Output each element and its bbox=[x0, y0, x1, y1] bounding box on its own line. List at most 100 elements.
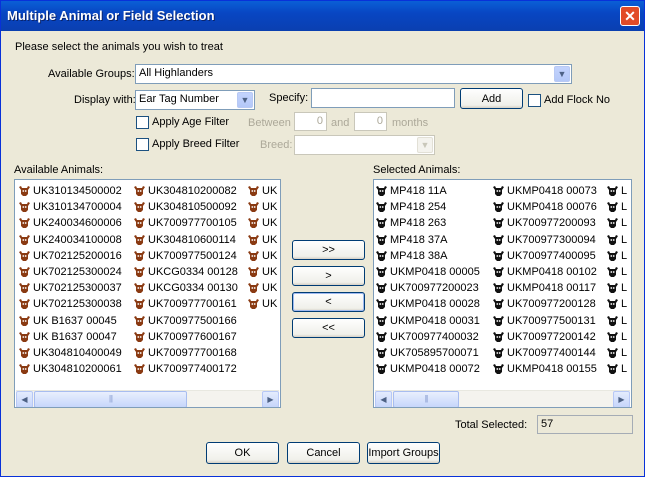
add-flock-no-checkbox[interactable] bbox=[528, 94, 541, 107]
list-item[interactable]: L bbox=[606, 232, 631, 248]
list-item[interactable]: L bbox=[606, 296, 631, 312]
list-item[interactable]: UK700977500131 bbox=[492, 313, 606, 329]
list-item[interactable]: L bbox=[606, 215, 631, 231]
list-item[interactable]: UK304810400049 bbox=[18, 345, 132, 361]
list-item[interactable]: UK700977500166 bbox=[133, 313, 247, 329]
list-item[interactable]: L bbox=[606, 345, 631, 361]
list-item[interactable]: UKMP0418 00076 bbox=[492, 199, 606, 215]
scroll-left-button[interactable]: ◀ bbox=[16, 391, 33, 407]
list-item-label: UKMP0418 00155 bbox=[507, 363, 597, 376]
list-item[interactable]: UK B1637 00045 bbox=[18, 313, 132, 329]
list-item[interactable]: L bbox=[606, 199, 631, 215]
list-item[interactable]: UK702125200016 bbox=[18, 248, 132, 264]
list-item[interactable]: UK bbox=[247, 248, 280, 264]
list-item[interactable]: UK240034100008 bbox=[18, 232, 132, 248]
list-item[interactable]: UKMP0418 00005 bbox=[375, 264, 491, 280]
specify-input[interactable] bbox=[311, 88, 455, 108]
close-button[interactable]: ✕ bbox=[620, 6, 640, 26]
scroll-thumb[interactable]: ||| bbox=[393, 391, 459, 407]
list-item[interactable]: UK700977200142 bbox=[492, 329, 606, 345]
list-item[interactable]: UK bbox=[247, 183, 280, 199]
scroll-left-button[interactable]: ◀ bbox=[375, 391, 392, 407]
list-item[interactable]: UK705895700071 bbox=[375, 345, 491, 361]
available-groups-select[interactable]: All Highlanders ▼ bbox=[135, 64, 572, 84]
list-item[interactable]: UKMP0418 00102 bbox=[492, 264, 606, 280]
cancel-button[interactable]: Cancel bbox=[287, 442, 360, 464]
list-item[interactable]: L bbox=[606, 329, 631, 345]
available-horizontal-scrollbar[interactable]: ◀ ||| ▶ bbox=[16, 390, 279, 407]
add-selected-button[interactable]: > bbox=[292, 266, 365, 286]
list-item[interactable]: UK310134700004 bbox=[18, 199, 132, 215]
import-groups-button[interactable]: Import Groups bbox=[367, 442, 440, 464]
breed-filter-checkbox[interactable] bbox=[136, 138, 149, 151]
list-item[interactable]: UKMP0418 00155 bbox=[492, 361, 606, 377]
list-item[interactable]: UK bbox=[247, 215, 280, 231]
list-item[interactable]: UK700977600167 bbox=[133, 329, 247, 345]
list-item[interactable]: UK702125300037 bbox=[18, 280, 132, 296]
age-to-input[interactable]: 0 bbox=[354, 112, 387, 131]
add-button[interactable]: Add bbox=[460, 88, 523, 109]
remove-all-button[interactable]: << bbox=[292, 318, 365, 338]
breed-select[interactable]: ▼ bbox=[294, 135, 435, 155]
list-item[interactable]: UKCG0334 00128 bbox=[133, 264, 247, 280]
list-item[interactable]: UK bbox=[247, 232, 280, 248]
list-item[interactable]: L bbox=[606, 313, 631, 329]
list-item[interactable]: UK304810200061 bbox=[18, 361, 132, 377]
age-filter-checkbox[interactable] bbox=[136, 116, 149, 129]
list-item[interactable]: MP418 37A bbox=[375, 232, 491, 248]
selected-animals-list[interactable]: MP418 11A MP418 254 MP418 263 MP418 37A MP41… bbox=[373, 179, 632, 408]
list-item[interactable]: UK700977700161 bbox=[133, 296, 247, 312]
chevron-down-icon[interactable]: ▼ bbox=[554, 66, 570, 82]
list-item[interactable]: L bbox=[606, 264, 631, 280]
list-item[interactable]: UK700977400172 bbox=[133, 361, 247, 377]
list-item[interactable]: L bbox=[606, 280, 631, 296]
list-item[interactable]: UK702125300024 bbox=[18, 264, 132, 280]
display-with-select[interactable]: Ear Tag Number ▼ bbox=[135, 90, 255, 110]
chevron-down-icon[interactable]: ▼ bbox=[417, 137, 433, 153]
list-item[interactable]: UKCG0334 00130 bbox=[133, 280, 247, 296]
list-item[interactable]: UK240034600006 bbox=[18, 215, 132, 231]
list-item[interactable]: UK700977500124 bbox=[133, 248, 247, 264]
list-item[interactable]: UK700977300094 bbox=[492, 232, 606, 248]
list-item[interactable]: UK700977400095 bbox=[492, 248, 606, 264]
list-item[interactable]: UK304810200082 bbox=[133, 183, 247, 199]
list-item[interactable]: UK700977400144 bbox=[492, 345, 606, 361]
list-item[interactable]: MP418 254 bbox=[375, 199, 491, 215]
list-item[interactable]: UK700977400032 bbox=[375, 329, 491, 345]
list-item[interactable]: UKMP0418 00028 bbox=[375, 296, 491, 312]
list-item[interactable]: UKMP0418 00072 bbox=[375, 361, 491, 377]
remove-selected-button[interactable]: < bbox=[292, 292, 365, 312]
list-item[interactable]: UK bbox=[247, 199, 280, 215]
ok-button[interactable]: OK bbox=[206, 442, 279, 464]
list-item[interactable]: UK B1637 00047 bbox=[18, 329, 132, 345]
list-item[interactable]: UKMP0418 00073 bbox=[492, 183, 606, 199]
age-from-input[interactable]: 0 bbox=[294, 112, 327, 131]
list-item[interactable]: MP418 38A bbox=[375, 248, 491, 264]
list-item[interactable]: L bbox=[606, 361, 631, 377]
list-item[interactable]: UK700977200023 bbox=[375, 280, 491, 296]
list-item[interactable]: MP418 263 bbox=[375, 215, 491, 231]
list-item[interactable]: UK310134500002 bbox=[18, 183, 132, 199]
list-item[interactable]: UK bbox=[247, 280, 280, 296]
list-item[interactable]: UK bbox=[247, 264, 280, 280]
list-item[interactable]: UK702125300038 bbox=[18, 296, 132, 312]
scroll-right-button[interactable]: ▶ bbox=[613, 391, 630, 407]
list-item[interactable]: UK700977700168 bbox=[133, 345, 247, 361]
list-item[interactable]: UKMP0418 00117 bbox=[492, 280, 606, 296]
list-item[interactable]: UK304810500092 bbox=[133, 199, 247, 215]
list-item[interactable]: L bbox=[606, 248, 631, 264]
available-animals-list[interactable]: UK310134500002 UK310134700004 UK2400346000… bbox=[14, 179, 281, 408]
list-item[interactable]: L bbox=[606, 183, 631, 199]
scroll-right-button[interactable]: ▶ bbox=[262, 391, 279, 407]
add-all-button[interactable]: >> bbox=[292, 240, 365, 260]
list-item[interactable]: UKMP0418 00031 bbox=[375, 313, 491, 329]
list-item[interactable]: UK bbox=[247, 296, 280, 312]
chevron-down-icon[interactable]: ▼ bbox=[237, 92, 253, 108]
scroll-thumb[interactable]: ||| bbox=[34, 391, 187, 407]
list-item[interactable]: UK304810600114 bbox=[133, 232, 247, 248]
list-item[interactable]: UK700977700105 bbox=[133, 215, 247, 231]
list-item[interactable]: UK700977200093 bbox=[492, 215, 606, 231]
list-item[interactable]: MP418 11A bbox=[375, 183, 491, 199]
selected-horizontal-scrollbar[interactable]: ◀ ||| ▶ bbox=[375, 390, 630, 407]
list-item[interactable]: UK700977200128 bbox=[492, 296, 606, 312]
